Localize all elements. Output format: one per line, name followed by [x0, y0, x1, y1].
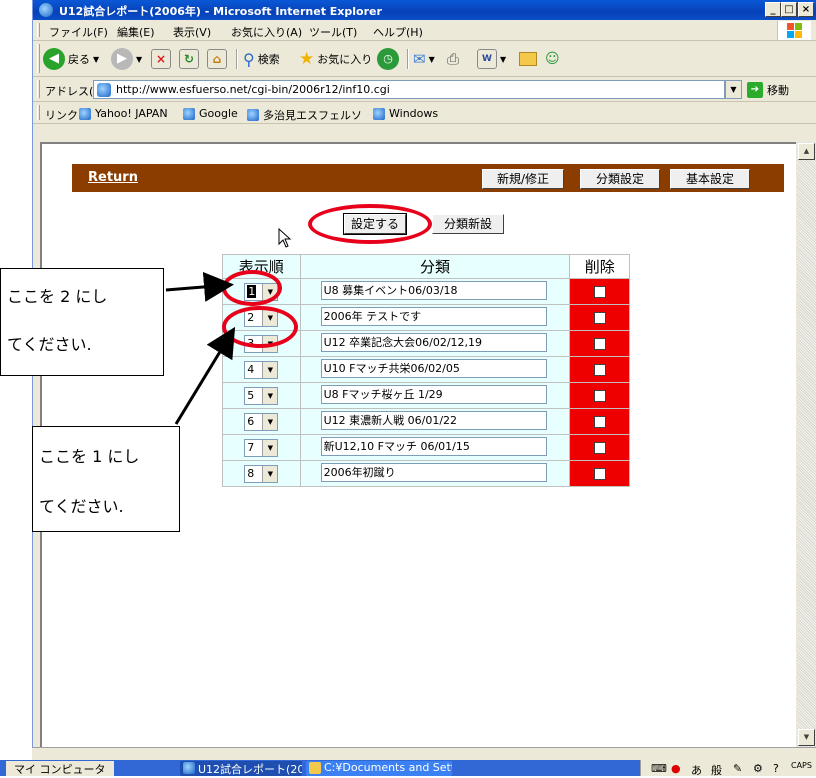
- arrow-to-row-2: [174, 326, 236, 425]
- arrow-to-row-1: [165, 271, 234, 302]
- annotation-arrows: [165, 271, 236, 425]
